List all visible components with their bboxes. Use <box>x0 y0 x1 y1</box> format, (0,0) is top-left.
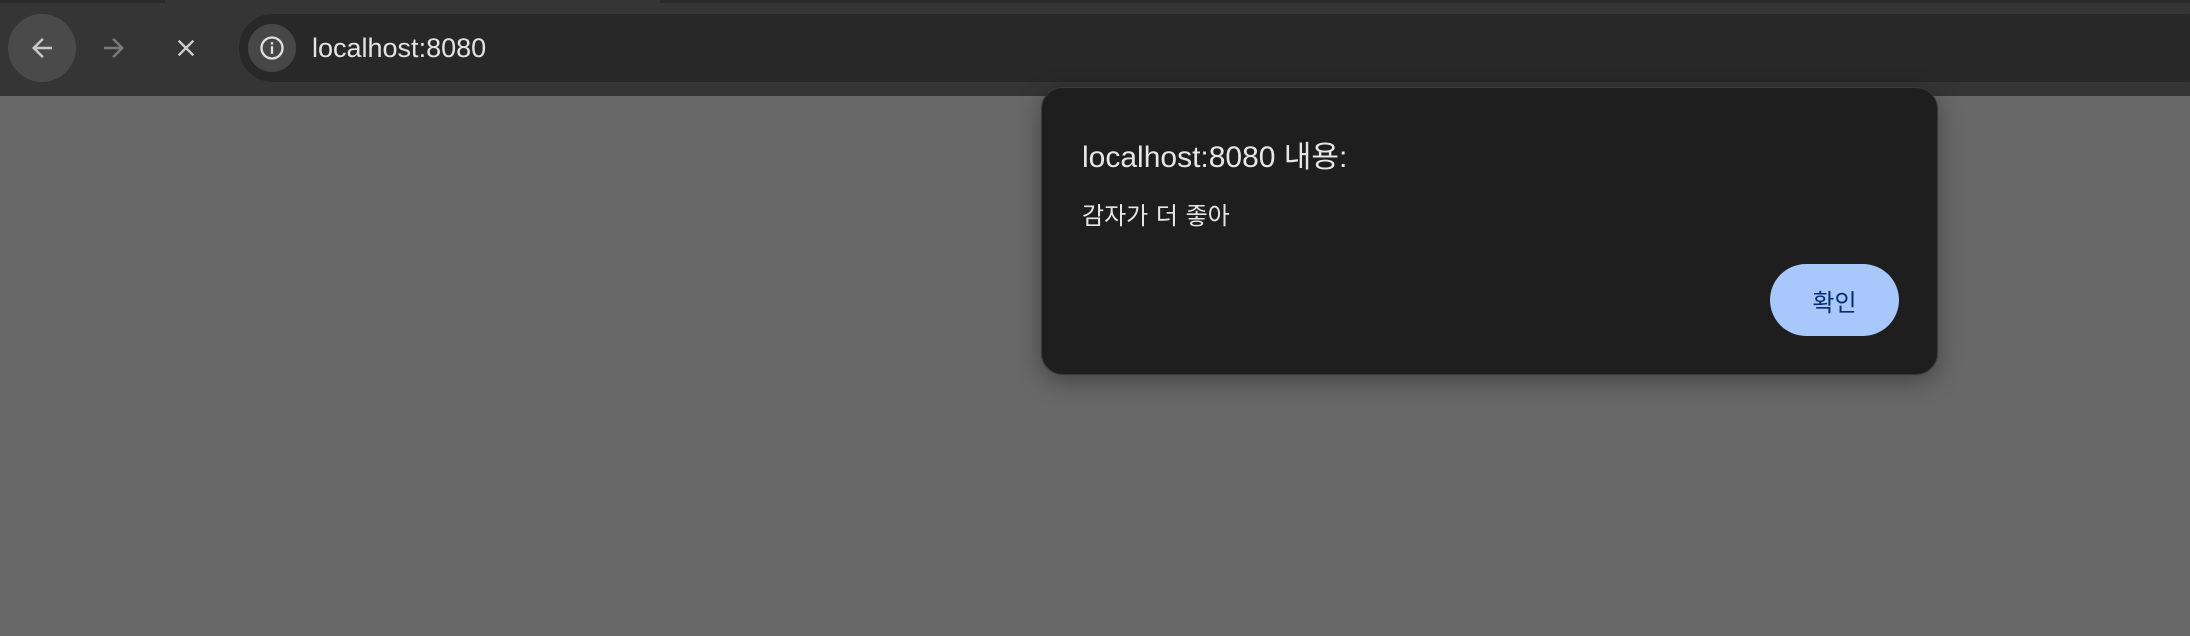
tab-strip-edge <box>0 0 165 3</box>
dialog-title: localhost:8080 내용: <box>1082 141 1348 174</box>
info-icon <box>260 36 284 60</box>
alert-dialog: localhost:8080 내용: 감자가 더 좋아 확인 <box>1041 87 1938 375</box>
back-button[interactable] <box>8 14 76 82</box>
url-text[interactable]: localhost:8080 <box>312 30 486 66</box>
close-icon <box>177 39 195 57</box>
forward-button[interactable] <box>80 14 148 82</box>
dialog-message: 감자가 더 좋아 <box>1082 202 1230 230</box>
browser-toolbar: localhost:8080 <box>0 0 2190 96</box>
arrow-left-icon <box>32 38 52 58</box>
site-info-button[interactable] <box>248 24 296 72</box>
stop-loading-button[interactable] <box>152 14 220 82</box>
tab-strip-line <box>660 0 2190 3</box>
address-bar[interactable] <box>239 14 2190 82</box>
ok-button[interactable]: 확인 <box>1770 264 1899 336</box>
arrow-right-icon <box>104 38 124 58</box>
